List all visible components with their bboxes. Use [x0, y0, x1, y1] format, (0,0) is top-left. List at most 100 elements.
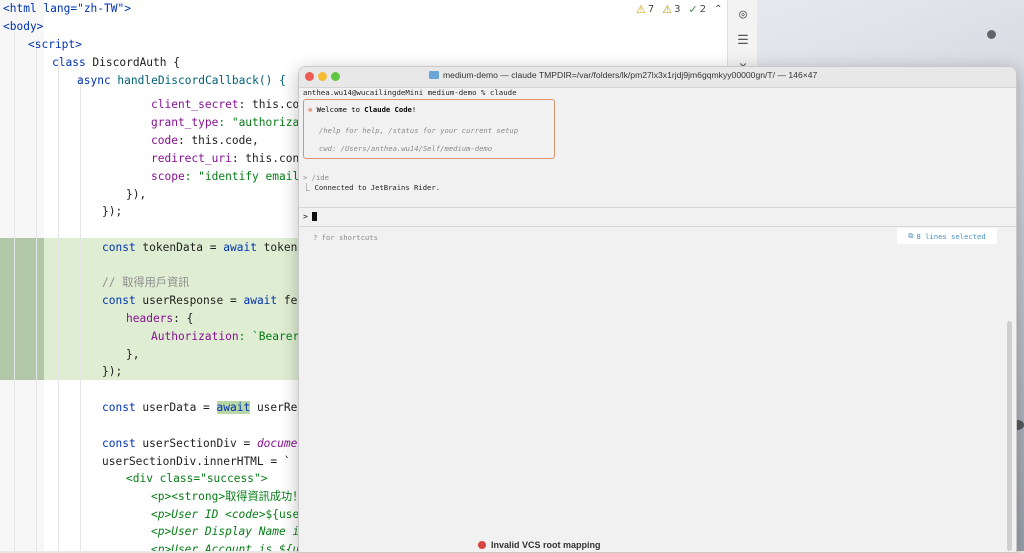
code-keyword: await: [223, 241, 257, 254]
code-text: <body>: [3, 20, 44, 33]
code-line-12: });: [102, 204, 122, 220]
inspection-widget[interactable]: ⚠7 ⚠3 ✓2 ⌃ ⌄: [636, 3, 739, 16]
error-icon: [478, 541, 486, 549]
code-text: },: [126, 348, 140, 361]
terminal-scrollbar[interactable]: [1007, 321, 1012, 551]
code-text: DiscordAuth {: [85, 56, 180, 69]
code-property: Authorization: [151, 330, 239, 343]
code-line-18: },: [126, 347, 139, 363]
typos-indicator[interactable]: ✓ 2: [689, 3, 707, 16]
code-keyword: class: [52, 56, 86, 69]
code-line-7: grant_type: "authorizati: [151, 115, 313, 131]
shortcuts-hint: ? for shortcuts: [313, 233, 378, 242]
code-line-26: <p>User Display Name is: [151, 524, 313, 540]
code-line-8: code: this.code,: [151, 133, 259, 149]
code-line-17: Authorization: `Bearer $: [151, 329, 313, 345]
text-cursor: [311, 212, 317, 221]
code-property: headers: [126, 312, 174, 325]
input-divider-bottom: [299, 226, 1016, 227]
minimize-button[interactable]: [318, 72, 327, 81]
window-title: medium-demo — claude TMPDIR=/var/folders…: [429, 70, 817, 80]
code-text: });: [102, 365, 123, 378]
code-text: userResponse =: [135, 294, 244, 307]
code-text: <html lang="zh-TW">: [3, 2, 131, 15]
selection-status-text: 8 lines selected: [916, 231, 986, 241]
code-property: client_secret: [151, 98, 239, 111]
check-icon: ✓: [688, 3, 698, 16]
code-keyword: const: [102, 437, 136, 450]
window-title-text: medium-demo — claude TMPDIR=/var/folders…: [443, 70, 818, 80]
ide-result: ⎿ Connected to JetBrains Rider.: [303, 183, 441, 192]
code-text: userSectionDiv =: [135, 437, 257, 450]
code-keyword: async: [77, 74, 111, 87]
code-keyword: const: [102, 401, 136, 414]
code-line-24: <p><strong>取得資訊成功！<: [151, 489, 310, 505]
indent-guide: [58, 58, 59, 551]
code-line-10: scope: "identify email",: [151, 169, 313, 185]
welcome-box: ✻ Welcome to Claude Code! /help for help…: [303, 99, 555, 159]
ide-command: > /ide: [303, 173, 329, 182]
code-text: userData =: [135, 401, 217, 414]
selection-status-badge: ⧉ 8 lines selected: [897, 228, 997, 244]
code-line-23: <div class="success">: [126, 471, 267, 487]
vcs-notification[interactable]: Invalid VCS root mapping: [478, 540, 601, 550]
code-property: scope: [151, 170, 185, 183]
selected-code-block: [44, 238, 300, 380]
warning-icon: ⚠: [636, 3, 646, 16]
input-prompt-symbol: >: [303, 212, 308, 221]
help-hint: /help for help, /status for your current…: [319, 126, 519, 135]
code-text: <script>: [28, 38, 82, 51]
code-text: }),: [126, 188, 147, 201]
ai-assistant-icon[interactable]: ◎: [736, 8, 750, 22]
typos-count: 2: [699, 4, 707, 15]
prompt-input[interactable]: >: [303, 212, 317, 221]
code-line-2: <body>: [3, 19, 43, 35]
code-line-14: // 取得用戶資訊: [102, 275, 189, 291]
indent-guide: [14, 22, 15, 551]
code-keyword: const: [102, 241, 136, 254]
code-text: : this.code,: [177, 134, 259, 147]
input-divider-top: [299, 207, 1016, 208]
code-keyword-highlighted: await: [216, 401, 251, 414]
code-line-5: async handleDiscordCallback() {: [77, 73, 286, 89]
sparkle-icon: ✻: [308, 105, 317, 114]
code-text: handleDiscordCallback() {: [110, 74, 286, 87]
welcome-text: Welcome to: [316, 105, 365, 114]
code-line-22: userSectionDiv.innerHTML = `: [102, 454, 291, 470]
code-line-16: headers: {: [126, 311, 193, 327]
terminal-window[interactable]: medium-demo — claude TMPDIR=/var/folders…: [298, 66, 1017, 553]
code-keyword: await: [243, 294, 278, 307]
database-icon[interactable]: ☰: [736, 34, 750, 48]
welcome-line: ✻ Welcome to Claude Code!: [308, 105, 416, 114]
code-comment: // 取得用戶資訊: [102, 276, 190, 289]
code-string: <p><strong>: [151, 490, 226, 503]
cwd-text: cwd: /Users/anthea.wu14/Self/medium-demo: [319, 144, 493, 153]
terminal-titlebar[interactable]: medium-demo — claude TMPDIR=/var/folders…: [299, 67, 1016, 88]
code-string: : "identify email",: [184, 170, 313, 183]
code-text: tokenData =: [135, 241, 224, 254]
code-line-19: });: [102, 364, 122, 380]
code-string: <p>User ID <code>: [151, 508, 266, 521]
code-line-13: const tokenData = await tokenRes: [102, 240, 318, 256]
maximize-button[interactable]: [331, 72, 340, 81]
code-property: grant_type: [151, 116, 219, 129]
code-property: redirect_uri: [151, 152, 232, 165]
weak-warnings-indicator[interactable]: ⚠ 3: [662, 3, 680, 16]
welcome-suffix: !: [411, 105, 417, 114]
close-button[interactable]: [305, 72, 314, 81]
code-property: code: [151, 134, 178, 147]
code-line-6: client_secret: this.conf: [151, 97, 313, 113]
code-string: <p>User Display Name is: [151, 525, 313, 538]
weak-warning-icon: ⚠: [662, 3, 673, 16]
indent-guide: [80, 76, 81, 551]
code-line-3: <script>: [28, 37, 82, 53]
warnings-indicator[interactable]: ⚠ 7: [636, 3, 654, 16]
chevron-up-icon[interactable]: ⌃: [714, 4, 722, 15]
weak-warnings-count: 3: [674, 4, 681, 15]
vcs-notification-text: Invalid VCS root mapping: [491, 540, 601, 550]
code-line-15: const userResponse = await fetch: [102, 293, 318, 309]
rock: [987, 30, 996, 39]
code-line-4: class DiscordAuth {: [52, 55, 180, 71]
selection-icon: ⧉: [908, 231, 914, 240]
shell-prompt: anthea.wu14@wucailingdeMini medium-demo …: [303, 88, 517, 97]
